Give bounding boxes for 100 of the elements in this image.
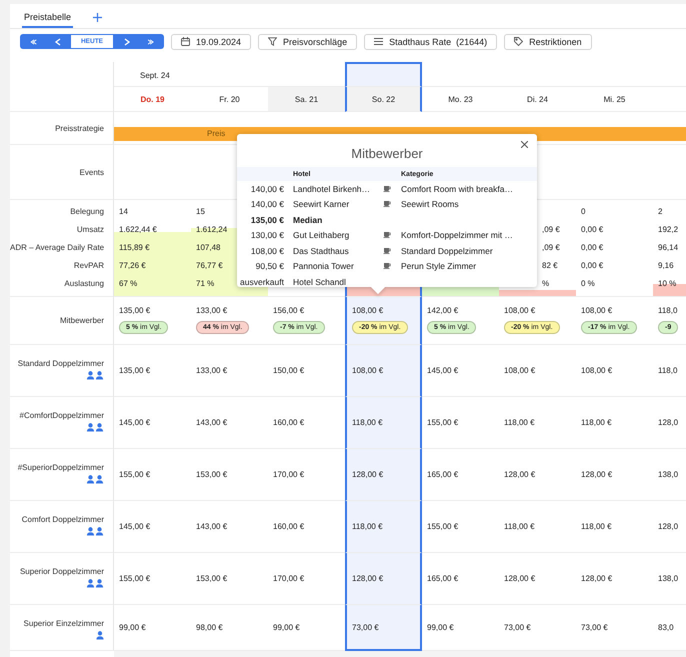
competitor-price: 118,0 — [658, 306, 678, 315]
metric-value: 14 — [119, 206, 128, 218]
room-category: Standard Doppelzimmer — [401, 246, 494, 256]
room-price: 143,00 € — [196, 522, 228, 531]
room-price: 155,00 € — [427, 522, 458, 531]
room-price: 128,00 € — [581, 574, 612, 583]
metric-value: 67 % — [119, 278, 138, 290]
day-header[interactable]: Sa. 21 — [268, 87, 345, 112]
room-price: 170,00 € — [273, 574, 304, 583]
room-price: 138,0 — [658, 574, 678, 583]
tab[interactable]: Preistabelle — [22, 12, 74, 28]
row-label: Auslastung — [63, 278, 104, 290]
room-price: 118,00 € — [352, 522, 383, 531]
room-price: 99,00 € — [119, 623, 146, 632]
room-price: 128,00 € — [352, 470, 384, 479]
competitor-price: 142,00 € — [427, 306, 458, 315]
room-price: 160,00 € — [273, 418, 304, 427]
restrictions-button[interactable]: Restriktionen — [504, 34, 592, 50]
room-price: 118,00 € — [352, 418, 383, 427]
room-price: 153,00 € — [196, 574, 228, 583]
metric-value: 192,2 — [658, 224, 678, 236]
cup-icon — [383, 230, 391, 238]
person-icon — [96, 631, 104, 640]
double-chevron-icon — [148, 38, 156, 46]
room-category: Seewirt Rooms — [401, 199, 460, 210]
close-icon[interactable] — [521, 141, 528, 148]
room-price: 128,00 € — [504, 470, 536, 479]
room-price: 128,00 € — [581, 470, 612, 479]
competitor-price: 108,00 € — [581, 306, 612, 315]
popup-title: Mitbewerber — [351, 146, 423, 162]
room-price: 150,00 € — [273, 366, 304, 375]
metric-value: 0,00 € — [581, 242, 604, 254]
room-price: 153,00 € — [196, 470, 228, 479]
room-name: Comfort Doppelzimmer — [22, 515, 104, 524]
competitor-price: 140,00 € — [250, 184, 285, 194]
room-name: #ComfortDoppelzimmer — [20, 411, 104, 420]
metric-value: 1.622,44 € — [119, 224, 157, 236]
metric-value: 82 € — [542, 260, 558, 272]
price-suggestions-button[interactable]: Preisvorschläge — [258, 34, 358, 50]
room-price: 145,00 € — [119, 522, 150, 531]
competitor-price: 156,00 € — [273, 306, 304, 315]
hotel-name: Seewirt Karner — [293, 199, 350, 210]
metric-value: 15 — [196, 206, 205, 218]
room-price: 128,0 — [658, 418, 678, 427]
room-price: 128,0 — [658, 522, 678, 531]
day-header[interactable]: So. 22 — [345, 87, 422, 112]
room-price: 165,00 € — [427, 470, 458, 479]
metric-value: 0,00 € — [581, 260, 604, 272]
room-price: 135,00 € — [119, 366, 150, 375]
room-price: 155,00 € — [427, 418, 458, 427]
row-label: ADR – Average Daily Rate — [10, 242, 104, 254]
metric-value: 9,16 — [658, 260, 674, 272]
tag-icon — [514, 37, 524, 46]
hotel-name: Median — [293, 214, 324, 225]
competitor-price: 133,00 € — [196, 306, 228, 315]
month-label: Sept. 24 — [140, 71, 170, 80]
metric-value: 71 % — [196, 278, 214, 290]
metric-value: 2 — [658, 206, 662, 218]
room-price: 118,00 € — [581, 418, 612, 427]
room-price: 98,00 € — [196, 623, 223, 632]
chevron-icon — [122, 38, 130, 46]
metric-value: 76,77 € — [196, 260, 223, 272]
row-label: Mitbewerber — [60, 316, 104, 325]
metric-value: % — [542, 278, 550, 290]
chevron-icon — [54, 38, 62, 46]
cup-icon — [383, 199, 391, 208]
metric-value: 0 — [581, 206, 586, 218]
room-price: 73,00 € — [581, 623, 608, 632]
scrollbar-track[interactable] — [114, 651, 686, 657]
room-price: 170,00 € — [273, 470, 304, 479]
competitor-price: 108,00 € — [352, 306, 384, 315]
day-header[interactable]: Di. 24 — [499, 87, 576, 112]
competitor-price: 140,00 € — [250, 199, 285, 210]
competitor-price: 135,00 € — [250, 214, 285, 225]
add-tab-icon[interactable] — [93, 13, 102, 22]
rate-button[interactable]: Stadthaus Rate (21644) — [364, 34, 498, 50]
list-icon — [374, 37, 384, 46]
competitor-price: 108,00 € — [250, 246, 285, 256]
room-price: 133,00 € — [196, 366, 228, 375]
room-price: 128,00 € — [504, 574, 536, 583]
competitor-price: 108,00 € — [504, 306, 536, 315]
metric-value: 0 % — [581, 278, 595, 290]
room-category: Perun Style Zimmer — [401, 261, 478, 272]
day-header[interactable]: Do. 19 — [114, 87, 191, 112]
day-header[interactable]: Mi. 25 — [576, 87, 653, 112]
row-label: Belegung — [69, 206, 104, 218]
filter-icon — [268, 37, 278, 46]
row-label: Umsatz — [76, 224, 104, 236]
room-name: Standard Doppelzimmer — [18, 359, 104, 368]
room-name: Superior Doppelzimmer — [20, 567, 104, 576]
date-button[interactable]: 19.09.2024 — [171, 34, 252, 50]
room-price: 118,00 € — [504, 418, 535, 427]
room-price: 108,00 € — [352, 366, 384, 375]
room-price: 155,00 € — [119, 470, 150, 479]
row-label: RevPAR — [72, 260, 104, 272]
room-price: 165,00 € — [427, 574, 458, 583]
metric-value: 77,26 € — [119, 260, 146, 272]
room-price: 83,0 — [658, 623, 674, 632]
day-header[interactable]: Mo. 23 — [422, 87, 499, 112]
room-price: 118,0 — [658, 366, 678, 375]
